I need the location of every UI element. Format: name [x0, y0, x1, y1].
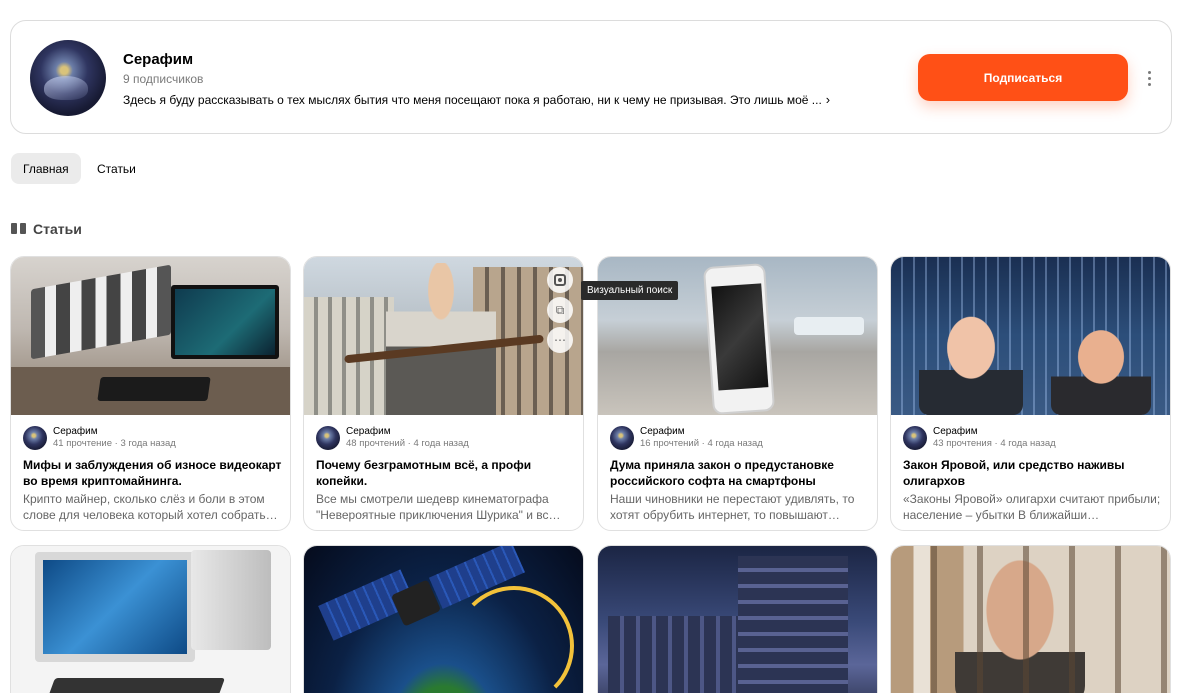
channel-description-text: Здесь я буду рассказывать о тех мыслях б…: [123, 93, 822, 107]
article-thumbnail[interactable]: ⧉ ⋯: [304, 257, 583, 415]
article-stats: 43 прочтения · 4 года назад: [933, 438, 1056, 449]
article-snippet[interactable]: «Законы Яровой» олигархи считают прибыли…: [903, 491, 1165, 523]
dot-icon: [1147, 70, 1151, 74]
tab-articles[interactable]: Статьи: [85, 153, 148, 184]
channel-description[interactable]: Здесь я буду рассказывать о тех мыслях б…: [123, 92, 830, 107]
more-options-button[interactable]: ⋯: [547, 327, 573, 353]
article-title[interactable]: Почему безграмотным всё, а профи копейки…: [316, 457, 578, 489]
article-snippet[interactable]: Наши чиновники не перестают удивлять, то…: [610, 491, 872, 523]
article-card[interactable]: [890, 545, 1171, 693]
dot-icon: [1147, 82, 1151, 86]
article-card[interactable]: ⧉ ⋯ Серафим 48 прочтений · 4 года назад …: [303, 256, 584, 531]
share-button[interactable]: ⧉: [547, 297, 573, 323]
article-snippet[interactable]: Крипто майнер, сколько слёз и боли в это…: [23, 491, 285, 523]
author-name[interactable]: Серафим: [53, 426, 98, 437]
article-title[interactable]: Закон Яровой, или средство наживы олигар…: [903, 457, 1165, 489]
channel-avatar[interactable]: [30, 40, 106, 116]
article-thumbnail[interactable]: [11, 546, 290, 693]
article-thumbnail[interactable]: [891, 257, 1170, 415]
share-icon: ⧉: [555, 302, 565, 317]
article-thumbnail[interactable]: [11, 257, 290, 415]
article-snippet[interactable]: Все мы смотрели шедевр кинематографа "Не…: [316, 491, 578, 523]
article-title[interactable]: Мифы и заблуждения об износе видеокарт в…: [23, 457, 285, 489]
more-icon: ⋯: [554, 333, 566, 347]
book-icon: [11, 223, 26, 235]
article-stats: 41 прочтение · 3 года назад: [53, 438, 176, 449]
subscriber-count: 9 подписчиков: [123, 72, 204, 86]
article-thumbnail[interactable]: [598, 546, 877, 693]
channel-header-card: Серафим 9 подписчиков Здесь я буду расск…: [10, 20, 1172, 134]
article-card[interactable]: Серафим 41 прочтение · 3 года назад Мифы…: [10, 256, 291, 531]
article-thumbnail[interactable]: [304, 546, 583, 693]
visual-search-icon: [554, 274, 566, 286]
article-meta: Серафим 48 прочтений · 4 года назад: [316, 426, 574, 450]
tab-main[interactable]: Главная: [11, 153, 81, 184]
author-name[interactable]: Серафим: [933, 426, 978, 437]
section-heading: Статьи: [11, 220, 82, 238]
section-title-text: Статьи: [33, 221, 82, 237]
author-name[interactable]: Серафим: [346, 426, 391, 437]
article-card[interactable]: [303, 545, 584, 693]
author-name[interactable]: Серафим: [640, 426, 685, 437]
subscribe-button[interactable]: Подписаться: [918, 54, 1128, 101]
article-card[interactable]: [597, 545, 878, 693]
more-options-button[interactable]: [1141, 66, 1157, 90]
article-meta: Серафим 43 прочтения · 4 года назад: [903, 426, 1161, 450]
visual-search-button[interactable]: [547, 267, 573, 293]
article-meta: Серафим 41 прочтение · 3 года назад: [23, 426, 281, 450]
visual-search-tooltip: Визуальный поиск: [581, 281, 679, 300]
article-card[interactable]: [10, 545, 291, 693]
dot-icon: [1147, 76, 1151, 80]
article-thumbnail[interactable]: [891, 546, 1170, 693]
author-avatar[interactable]: [903, 426, 927, 450]
article-stats: 48 прочтений · 4 года назад: [346, 438, 469, 449]
author-avatar[interactable]: [316, 426, 340, 450]
channel-name[interactable]: Серафим: [123, 51, 193, 68]
author-avatar[interactable]: [610, 426, 634, 450]
article-card[interactable]: Серафим 43 прочтения · 4 года назад Зако…: [890, 256, 1171, 531]
article-meta: Серафим 16 прочтений · 4 года назад: [610, 426, 868, 450]
article-title[interactable]: Дума приняла закон о предустановке росси…: [610, 457, 872, 489]
chevron-right-icon[interactable]: ›: [826, 92, 830, 107]
article-stats: 16 прочтений · 4 года назад: [640, 438, 763, 449]
author-avatar[interactable]: [23, 426, 47, 450]
